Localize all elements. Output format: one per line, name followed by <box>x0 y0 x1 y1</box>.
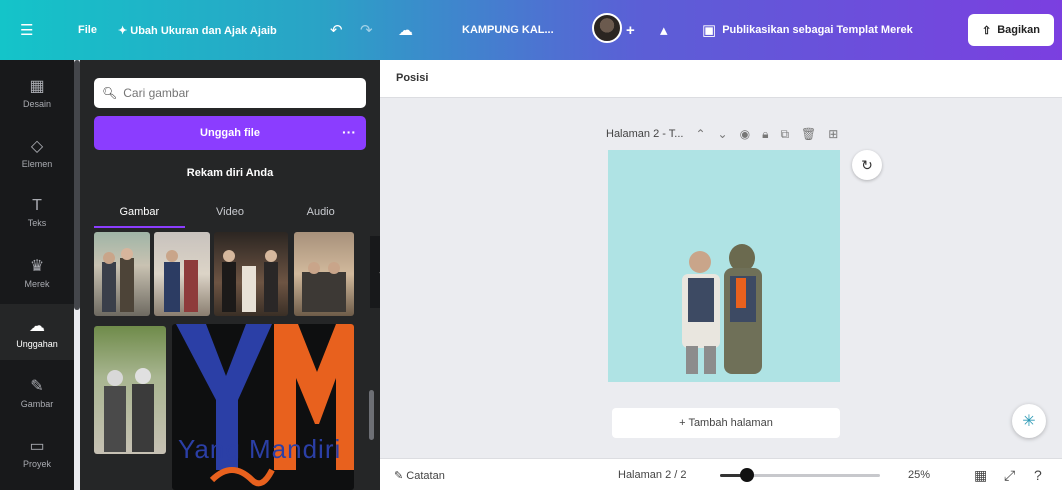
rail-item-uploads[interactable]: ☁ Unggahan <box>0 304 74 360</box>
zoom-slider-knob[interactable] <box>739 468 754 482</box>
notes-button[interactable]: ✎ Catatan <box>394 469 445 482</box>
cloud-upload-icon: ☁ <box>29 317 45 335</box>
uploads-panel: 🔍︎ Unggah file ··· Rekam diri Anda Gamba… <box>80 60 380 490</box>
brand-icon: ♛ <box>29 257 45 275</box>
file-menu[interactable]: File <box>78 18 97 42</box>
resize-magic-button[interactable]: ✦ Ubah Ukuran dan Ajak Ajaib <box>118 18 277 42</box>
chevron-down-icon[interactable]: ⌄ <box>718 127 728 141</box>
page-counter[interactable]: Halaman 2 / 2 <box>618 469 686 481</box>
more-options-icon[interactable]: ··· <box>342 124 356 140</box>
add-collaborator-button[interactable]: + <box>626 18 635 42</box>
upload-thumbnail[interactable] <box>94 232 150 316</box>
chevron-up-icon[interactable]: ⌃ <box>695 127 705 141</box>
lock-icon[interactable]: 🔒︎ <box>762 127 768 142</box>
panel-scrollbar[interactable] <box>369 390 374 440</box>
undo-icon: ↶ <box>330 22 343 39</box>
media-tabs: Gambar Video Audio <box>94 198 366 228</box>
duplicate-icon[interactable]: ⧉ <box>780 127 789 142</box>
template-icon: ▣ <box>702 22 717 39</box>
refresh-icon: ↻ <box>861 156 873 173</box>
zoom-value[interactable]: 25% <box>908 469 930 481</box>
search-box[interactable]: 🔍︎ <box>94 78 366 108</box>
redo-icon: ↷ <box>360 22 373 39</box>
search-input[interactable] <box>123 86 354 100</box>
eye-icon[interactable]: ◉ <box>740 127 750 141</box>
regenerate-button[interactable]: ↻ <box>852 150 882 180</box>
top-bar: ☰ File ✦ Ubah Ukuran dan Ajak Ajaib ↶ ↷ … <box>0 0 1062 60</box>
rail-item-design[interactable]: ▦ Desain <box>0 64 74 120</box>
rail-label: Proyek <box>22 458 51 469</box>
search-icon: 🔍︎ <box>102 86 118 100</box>
tab-images[interactable]: Gambar <box>94 198 185 228</box>
cloud-status[interactable]: ☁ <box>398 18 413 42</box>
rail-item-projects[interactable]: ▭ Proyek <box>0 424 74 480</box>
hamburger-icon: ☰ <box>20 22 34 39</box>
share-icon: ⇧ <box>981 24 992 37</box>
editor-toolbar: Posisi <box>380 60 1062 98</box>
text-icon: T <box>32 196 42 214</box>
trash-icon[interactable]: 🗑︎ <box>801 127 816 141</box>
rail-item-text[interactable]: T Teks <box>0 184 74 240</box>
help-icon[interactable]: ? <box>1034 467 1042 483</box>
people-photo <box>104 368 154 452</box>
layout-icon: ▦ <box>29 77 45 95</box>
rail-item-brand[interactable]: ♛ Merek <box>0 244 74 300</box>
couple-photo <box>682 244 762 374</box>
folder-icon: ▭ <box>29 437 45 455</box>
position-button[interactable]: Posisi <box>396 72 428 84</box>
share-label: Bagikan <box>997 24 1040 36</box>
upload-file-button[interactable]: Unggah file ··· <box>94 116 366 150</box>
share-button[interactable]: ⇧ Bagikan <box>968 14 1054 46</box>
rail-label: Unggahan <box>16 338 58 349</box>
people-photo <box>222 250 278 312</box>
analytics-button[interactable]: ▴ <box>660 18 668 42</box>
undo-button[interactable]: ↶ <box>330 18 343 42</box>
people-photo <box>302 262 346 312</box>
footer-bar: ✎ Catatan Halaman 2 / 2 25% ▦ ⤢ ? <box>380 458 1062 490</box>
record-yourself-button[interactable]: Rekam diri Anda <box>94 158 366 188</box>
rail-label: Desain <box>22 98 51 109</box>
people-photo <box>164 250 198 312</box>
people-photo <box>102 248 134 312</box>
zoom-slider[interactable] <box>720 468 880 482</box>
avatar[interactable] <box>592 13 622 43</box>
upload-thumbnail-logo[interactable]: Yang Mandiri <box>172 324 354 490</box>
publish-template-button[interactable]: ▣ Publikasikan sebagai Templat Merek <box>702 18 913 42</box>
magic-assist-icon: ✳ <box>1022 413 1036 430</box>
design-page[interactable] <box>608 150 840 382</box>
redo-button[interactable]: ↷ <box>360 18 373 42</box>
page-header: Halaman 2 - T... ⌃ ⌄ ◉ 🔒︎ ⧉ 🗑︎ ⊞ <box>606 124 896 144</box>
upload-thumbnail[interactable] <box>294 232 354 316</box>
ym-logo-image <box>176 324 354 487</box>
publish-label: Publikasikan sebagai Templat Merek <box>722 24 913 36</box>
rail-label: Elemen <box>21 158 53 169</box>
menu-button[interactable]: ☰ <box>20 18 33 42</box>
rail-label: Gambar <box>20 398 54 409</box>
tab-audio[interactable]: Audio <box>275 198 366 228</box>
draw-icon: ✎ <box>30 377 44 395</box>
upload-thumbnail[interactable] <box>154 232 210 316</box>
add-page-icon[interactable]: ⊞ <box>828 127 838 141</box>
page-title[interactable]: Halaman 2 - T... <box>606 128 683 140</box>
upload-label: Unggah file <box>200 127 260 139</box>
document-title[interactable]: KAMPUNG KAL... <box>462 18 554 42</box>
rail-label: Merek <box>24 278 50 289</box>
rail-label: Teks <box>27 217 47 228</box>
logo-subtext: Yang Mandiri <box>178 434 342 464</box>
add-page-button[interactable]: + Tambah halaman <box>612 408 840 438</box>
chart-icon: ▴ <box>660 22 668 39</box>
rail-item-elements[interactable]: ◇ Elemen <box>0 124 74 180</box>
magic-assist-button[interactable]: ✳ <box>1012 404 1046 438</box>
fullscreen-icon[interactable]: ⤢ <box>1004 467 1015 484</box>
rail-item-draw[interactable]: ✎ Gambar <box>0 364 74 420</box>
upload-thumbnail[interactable] <box>94 326 166 454</box>
upload-thumbnail[interactable] <box>214 232 288 316</box>
shapes-icon: ◇ <box>30 137 44 155</box>
side-rail: ▦ Desain ◇ Elemen T Teks ♛ Merek ☁ Ungga… <box>0 60 74 490</box>
notes-label: Catatan <box>406 470 445 482</box>
grid-view-icon[interactable]: ▦ <box>974 467 987 484</box>
tab-videos[interactable]: Video <box>185 198 276 228</box>
cloud-saved-icon: ☁ <box>398 22 413 39</box>
